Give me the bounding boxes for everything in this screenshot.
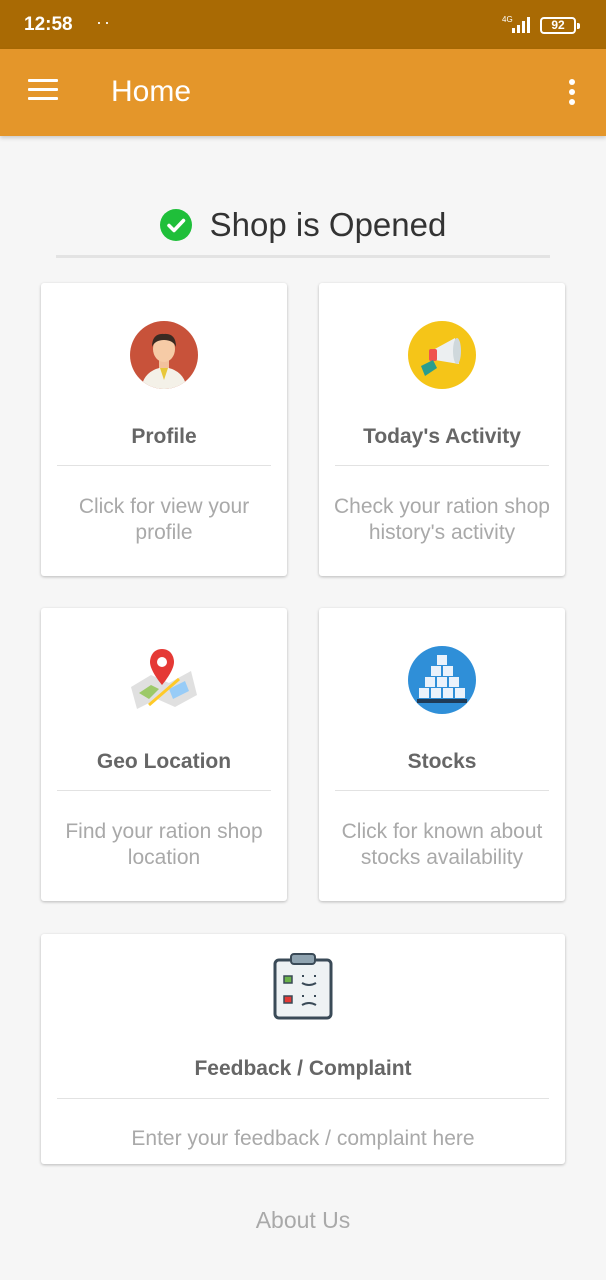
activity-card[interactable]: Today's Activity Check your ration shop … [319, 283, 565, 576]
shop-status-text: Shop is Opened [209, 206, 447, 243]
feedback-description: Enter your feedback / complaint here [131, 1127, 475, 1150]
profile-description: Click for view your profile [78, 495, 250, 544]
check-circle-icon [159, 209, 192, 241]
geo-location-title: Geo Location [96, 750, 232, 773]
divider [57, 790, 271, 791]
more-vert-icon[interactable] [562, 79, 582, 109]
geo-location-card[interactable]: Geo Location Find your ration shop locat… [41, 608, 287, 901]
megaphone-icon [407, 320, 477, 390]
divider [57, 465, 271, 466]
page-title: Home [111, 75, 192, 108]
status-time: 12:58 [24, 14, 73, 35]
shop-status-banner: Shop is Opened [56, 206, 550, 258]
divider [335, 790, 549, 791]
profile-card[interactable]: Profile Click for view your profile [41, 283, 287, 576]
hamburger-menu-icon[interactable] [28, 79, 58, 103]
divider [57, 1098, 549, 1099]
battery-icon: 92 [540, 17, 580, 34]
feedback-title: Feedback / Complaint [194, 1057, 412, 1080]
stocks-title: Stocks [407, 750, 477, 773]
stocks-card[interactable]: Stocks Click for known about stocks avai… [319, 608, 565, 901]
person-avatar-icon [129, 320, 199, 390]
activity-title: Today's Activity [363, 425, 521, 448]
feedback-card[interactable]: Feedback / Complaint Enter your feedback… [41, 934, 565, 1164]
notification-dots: ·· [96, 12, 112, 32]
divider [335, 465, 549, 466]
stocks-description: Click for known about stocks availabilit… [341, 820, 543, 869]
feedback-clipboard-icon [272, 952, 334, 1022]
stacked-boxes-icon [407, 645, 477, 715]
app-bar: Home [0, 49, 606, 136]
network-type-label: 4G [502, 15, 513, 24]
profile-title: Profile [131, 425, 197, 448]
about-us-link[interactable]: About Us [0, 1207, 606, 1234]
status-bar: 12:58 ·· 4G 92 [0, 0, 606, 49]
activity-description: Check your ration shop history's activit… [334, 495, 550, 544]
map-pin-icon [129, 645, 199, 715]
geo-location-description: Find your ration shop location [65, 820, 263, 869]
signal-icon: 4G [500, 14, 534, 39]
